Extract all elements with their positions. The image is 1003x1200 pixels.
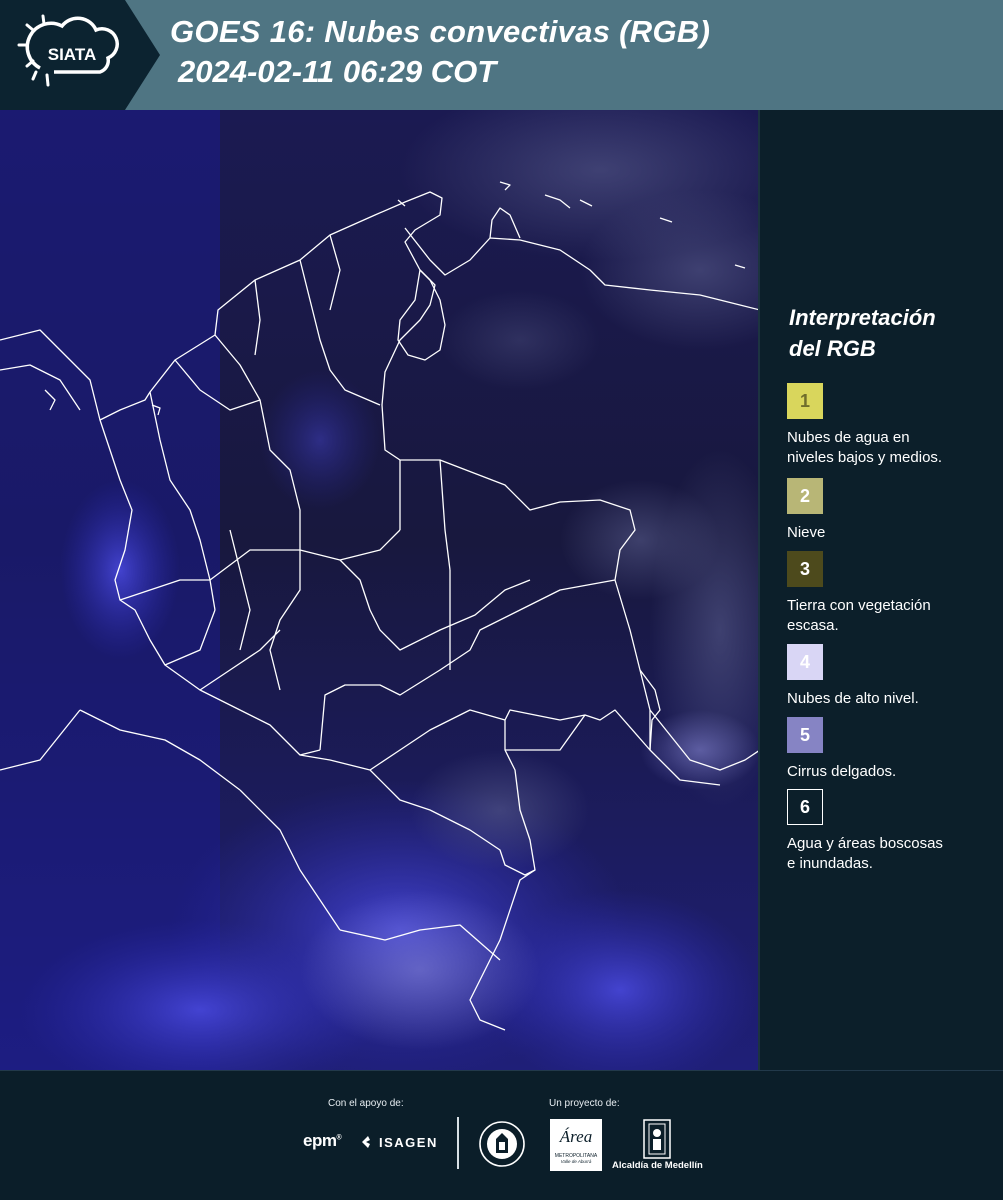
- legend-panel: Interpretación del RGB 1 Nubes de agua e…: [760, 110, 1003, 1070]
- page-subtitle-datetime: 2024-02-11 06:29 COT: [178, 54, 497, 89]
- svg-text:SIATA: SIATA: [48, 45, 96, 64]
- legend-item-5: 5 Cirrus delgados.: [787, 717, 997, 782]
- legend-label: Cirrus delgados.: [787, 763, 897, 780]
- legend-item-1: 1 Nubes de agua en niveles bajos y medio…: [787, 383, 997, 468]
- alcaldia-shield-icon: [643, 1119, 671, 1159]
- project-caption: Un proyecto de:: [549, 1098, 620, 1109]
- siata-logo: SIATA: [0, 0, 160, 110]
- footer-sponsors: Con el apoyo de: Un proyecto de: epm® IS…: [0, 1070, 1003, 1200]
- legend-swatch: 3: [787, 551, 823, 587]
- legend-item-3: 3 Tierra con vegetación escasa.: [787, 551, 997, 636]
- legend-label: Nubes de alto nivel.: [787, 690, 919, 707]
- legend-label: Tierra con vegetación escasa.: [787, 597, 931, 634]
- legend-title: Interpretación del RGB: [789, 305, 936, 361]
- footer-divider: [457, 1117, 459, 1169]
- legend-label: Nieve: [787, 524, 826, 541]
- legend-swatch: 2: [787, 478, 823, 514]
- page-title: GOES 16: Nubes convectivas (RGB): [170, 14, 711, 49]
- legend-swatch: 4: [787, 644, 823, 680]
- header-bar: SIATA GOES 16: Nubes convectivas (RGB) 2…: [0, 0, 1003, 110]
- area-metropolitana-logo: Área METROPOLITANA Valle de Aburrá: [550, 1119, 602, 1171]
- epm-logo: epm®: [303, 1131, 342, 1150]
- legend-item-6: 6 Agua y áreas boscosas e inundadas.: [787, 789, 997, 874]
- legend-item-4: 4 Nubes de alto nivel.: [787, 644, 997, 709]
- legend-swatch: 6: [787, 789, 823, 825]
- medellin-seal-icon: [479, 1121, 525, 1167]
- satellite-map[interactable]: [0, 110, 760, 1070]
- legend-swatch: 1: [787, 383, 823, 419]
- satellite-rgb-image: [0, 110, 758, 1070]
- legend-label: Nubes de agua en niveles bajos y medios.: [787, 429, 943, 466]
- isagen-logo: ISAGEN: [360, 1134, 438, 1150]
- support-caption: Con el apoyo de:: [328, 1098, 404, 1109]
- legend-item-2: 2 Nieve: [787, 478, 997, 543]
- alcaldia-label: Alcaldía de Medellín: [612, 1160, 703, 1171]
- legend-swatch: 5: [787, 717, 823, 753]
- legend-label: Agua y áreas boscosas e inundadas.: [787, 835, 943, 872]
- isagen-mark-icon: [362, 1136, 370, 1148]
